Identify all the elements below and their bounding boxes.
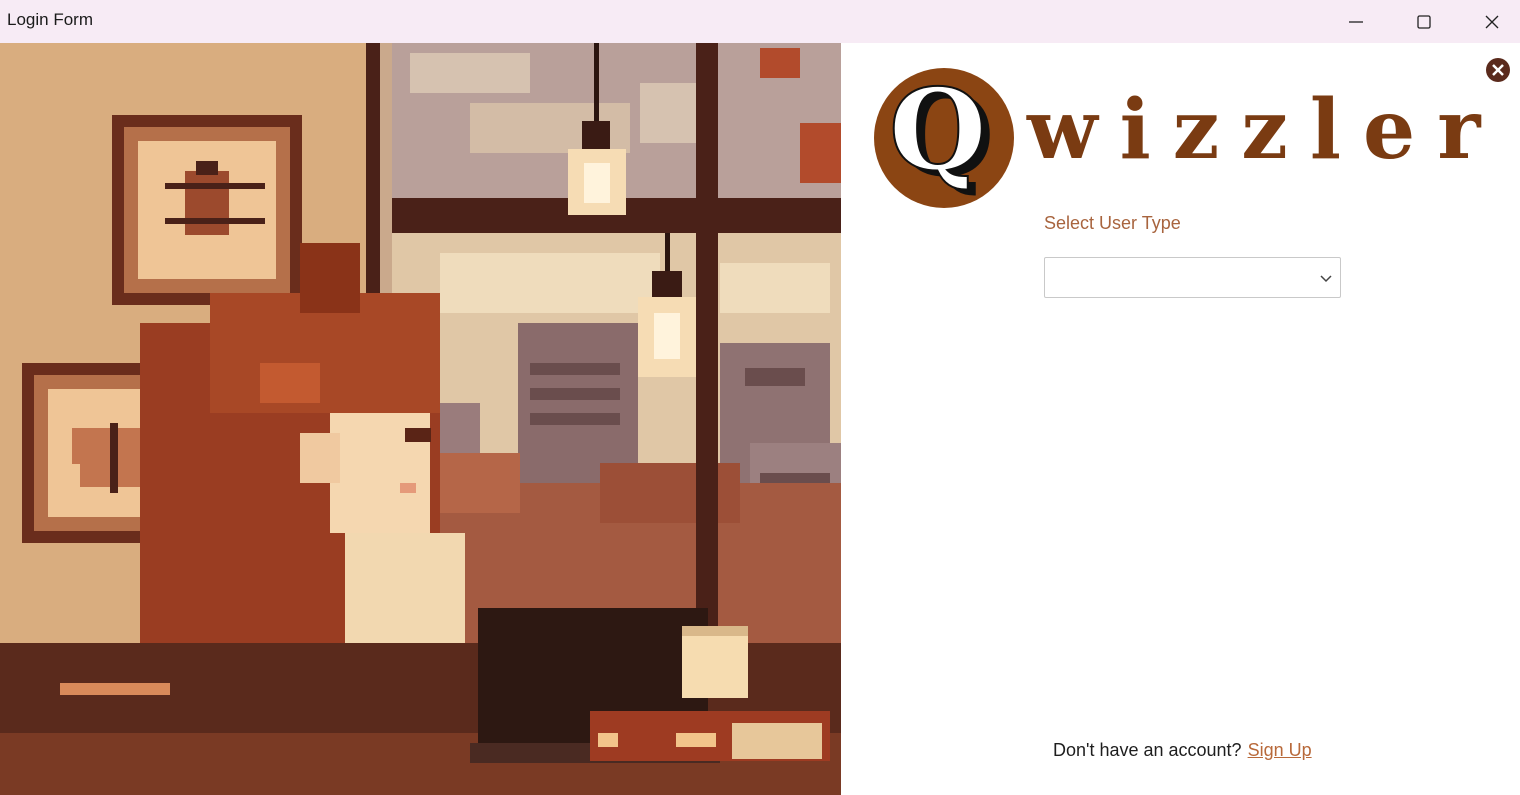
close-window-button[interactable] (1458, 0, 1520, 43)
signup-prompt-text: Don't have an account? (1053, 740, 1242, 760)
signup-prompt-row: Don't have an account? Sign Up (1053, 740, 1312, 761)
maximize-button[interactable] (1390, 0, 1458, 43)
window-title: Login Form (7, 10, 93, 29)
user-type-select[interactable] (1044, 257, 1341, 298)
qwizzler-logo-icon: Q Q (874, 67, 1014, 208)
minimize-icon (1349, 20, 1363, 23)
logo-letter: Q (889, 67, 987, 196)
close-circle-icon[interactable] (1485, 57, 1511, 83)
close-icon (1485, 15, 1499, 28)
login-panel: Q Q wizzler Select User Type Don't have … (841, 43, 1520, 795)
logo-wordmark: wizzler (1027, 82, 1503, 178)
framed-beetle-icon (112, 115, 302, 305)
pixel-art-illustration (0, 43, 841, 795)
maximize-icon (1417, 14, 1431, 29)
window-titlebar: Login Form (0, 0, 1520, 43)
minimize-button[interactable] (1322, 0, 1390, 43)
user-type-label: Select User Type (1044, 213, 1181, 233)
signup-link[interactable]: Sign Up (1248, 740, 1312, 760)
chevron-down-icon (1320, 275, 1332, 283)
